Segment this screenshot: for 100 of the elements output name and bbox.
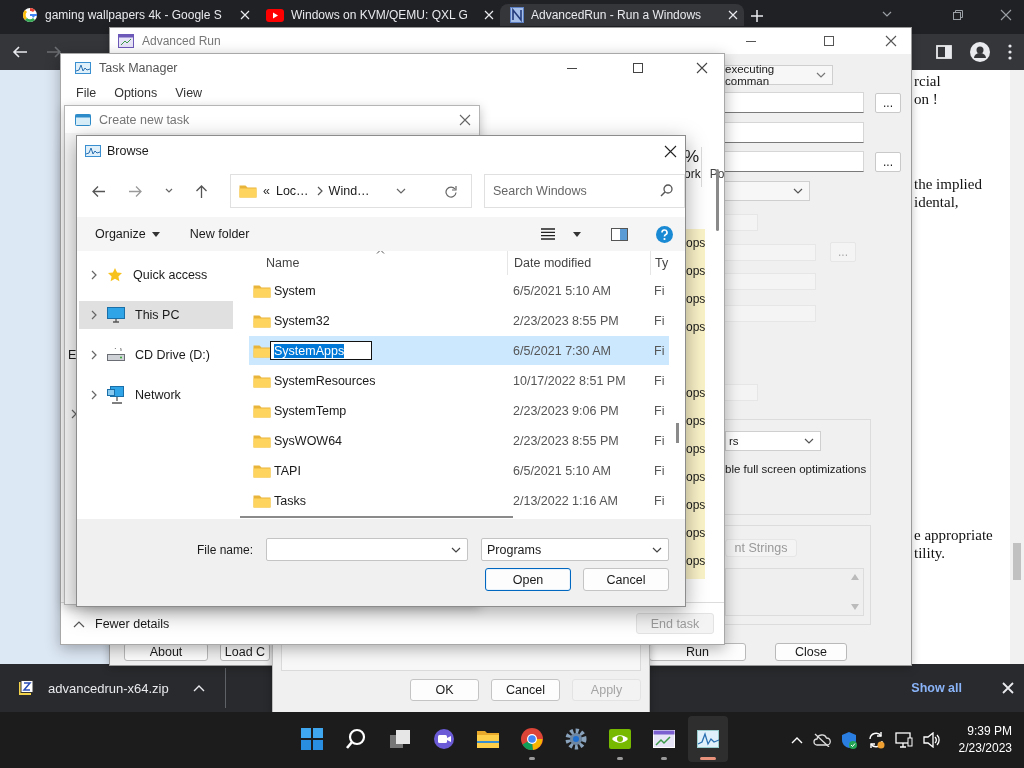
new-tab-icon[interactable] <box>750 9 764 23</box>
monitor-icon <box>107 307 125 323</box>
menu-icon[interactable] <box>1008 44 1012 60</box>
file-row[interactable]: SysWOW64 2/23/2023 8:55 PM Fi <box>249 426 669 455</box>
file-row[interactable]: System 6/5/2021 5:10 AM Fi <box>249 276 669 305</box>
tree-item[interactable]: CD Drive (D:) <box>79 341 233 369</box>
search-field[interactable]: Search Windows <box>484 174 685 208</box>
file-row[interactable]: System32 2/23/2023 8:55 PM Fi <box>249 306 669 335</box>
sync-icon[interactable] <box>866 731 885 749</box>
up-icon[interactable] <box>195 183 208 199</box>
breadcrumb-overflow[interactable]: « <box>263 184 270 198</box>
column-header[interactable]: Name <box>249 256 507 270</box>
file-name-field[interactable] <box>266 538 468 561</box>
back-icon[interactable] <box>91 184 106 198</box>
close-icon[interactable] <box>1000 9 1012 21</box>
clock-date[interactable]: 2/23/2023 <box>958 740 1012 757</box>
file-type-dropdown[interactable]: Programs <box>481 538 669 561</box>
preview-pane-icon[interactable] <box>611 227 628 241</box>
browser-tab[interactable]: Windows on KVM/QEMU: QXL G <box>256 4 500 26</box>
table-cell-text: ops <box>686 319 705 336</box>
chevron-down-icon[interactable] <box>165 187 173 195</box>
chevron-down-icon[interactable] <box>396 186 406 196</box>
dialog-button[interactable]: Close <box>775 643 847 661</box>
dialog-button[interactable]: Cancel <box>491 679 560 701</box>
breadcrumb[interactable]: Wind… <box>328 184 370 198</box>
refresh-icon[interactable] <box>444 184 457 198</box>
file-row[interactable]: SystemTemp 2/23/2023 9:06 PM Fi <box>249 396 669 425</box>
download-file-name[interactable]: advancedrun-x64.zip <box>48 680 169 696</box>
side-panel-icon[interactable] <box>936 45 952 59</box>
file-name: SystemTemp <box>274 403 347 418</box>
caret-up-icon[interactable] <box>73 619 85 628</box>
file-row[interactable]: SystemResources 10/17/2022 8:51 PM Fi <box>249 366 669 395</box>
list-view-icon[interactable] <box>541 228 555 240</box>
new-folder-button[interactable]: New folder <box>189 227 250 241</box>
profile-icon[interactable] <box>970 42 990 62</box>
chevron-right-icon <box>89 390 97 400</box>
organize-button[interactable]: Organize <box>95 227 160 241</box>
chevron-down-icon <box>793 186 803 196</box>
maximize-icon[interactable] <box>823 35 835 47</box>
caret-down-icon <box>151 231 160 237</box>
date-text: 6/5/2021 5:10 AM <box>512 463 612 478</box>
dialog-button[interactable]: OK <box>410 679 479 701</box>
tree-item[interactable]: Network <box>79 381 233 409</box>
browse-button[interactable]: ... <box>875 92 901 113</box>
scrollbar-thumb[interactable] <box>1013 543 1021 580</box>
search-icon <box>660 184 673 197</box>
open-button[interactable]: Open <box>485 568 571 591</box>
forward-icon[interactable] <box>46 45 62 59</box>
breadcrumb[interactable]: Loc… <box>275 184 309 198</box>
fewer-details-link[interactable]: Fewer details <box>95 616 170 631</box>
monitor-icon[interactable] <box>894 732 913 748</box>
browser-tab[interactable]: AdvancedRun - Run a Windows <box>500 4 744 26</box>
clock-time[interactable]: 9:39 PM <box>958 723 1012 740</box>
chevron-down-icon[interactable] <box>882 9 892 19</box>
dropdown[interactable]: rs <box>725 431 821 451</box>
table-cell-text: ops <box>686 291 705 308</box>
table-cell-text: ops <box>686 525 705 542</box>
maximize-icon[interactable] <box>632 62 644 74</box>
rename-field[interactable]: SystemApps <box>270 341 372 360</box>
folder-icon <box>253 373 271 388</box>
type-text: Fi <box>654 493 665 508</box>
column-header[interactable]: Date modified <box>507 251 650 275</box>
cloud-off-icon[interactable] <box>812 733 831 747</box>
page-text: tility. <box>914 544 947 562</box>
column-header[interactable]: Ty <box>650 251 685 275</box>
start-icon <box>300 727 324 751</box>
show-all-link[interactable]: Show all <box>911 681 962 695</box>
type-text: Fi <box>654 343 665 358</box>
cancel-button[interactable]: Cancel <box>583 568 669 591</box>
date-text: 2/23/2023 8:55 PM <box>512 313 620 328</box>
taskbar-button[interactable] <box>688 716 728 762</box>
menu-item[interactable]: Options <box>114 86 158 100</box>
shield-icon[interactable] <box>840 731 857 749</box>
network-icon <box>107 386 125 404</box>
browse-button[interactable]: ... <box>875 151 901 172</box>
table-cell-text: ops <box>686 441 705 458</box>
file-row[interactable]: SystemApps 6/5/2021 7:30 AM Fi <box>249 336 669 365</box>
restore-icon[interactable] <box>952 9 964 21</box>
scrollbar-thumb[interactable] <box>676 423 679 443</box>
close-icon[interactable] <box>696 62 708 74</box>
help-icon[interactable] <box>656 225 673 243</box>
speaker-icon[interactable] <box>922 732 941 748</box>
address-bar[interactable]: « Loc… Wind… <box>230 174 472 208</box>
browser-tab[interactable]: gaming wallpapers 4k - Google S <box>12 4 256 26</box>
file-name: SysWOW64 <box>274 433 343 448</box>
scrollbar-thumb[interactable] <box>240 516 513 518</box>
field-label: File name: <box>196 542 253 557</box>
tree-item[interactable]: This PC <box>79 301 233 329</box>
close-icon[interactable] <box>664 144 677 158</box>
caret-down-icon[interactable] <box>573 231 581 237</box>
close-icon[interactable] <box>885 35 897 47</box>
tree-item[interactable]: Quick access <box>79 261 233 289</box>
folder-icon <box>239 184 257 198</box>
chrome-icon <box>520 727 544 751</box>
menu-item[interactable]: View <box>175 86 203 100</box>
eye-logo-icon <box>608 727 632 751</box>
file-row[interactable]: TAPI 6/5/2021 5:10 AM Fi <box>249 456 669 485</box>
menu-item[interactable]: File <box>76 86 97 100</box>
type-text: Fi <box>654 283 665 298</box>
file-row[interactable]: Tasks 2/13/2022 1:16 AM Fi <box>249 486 669 515</box>
